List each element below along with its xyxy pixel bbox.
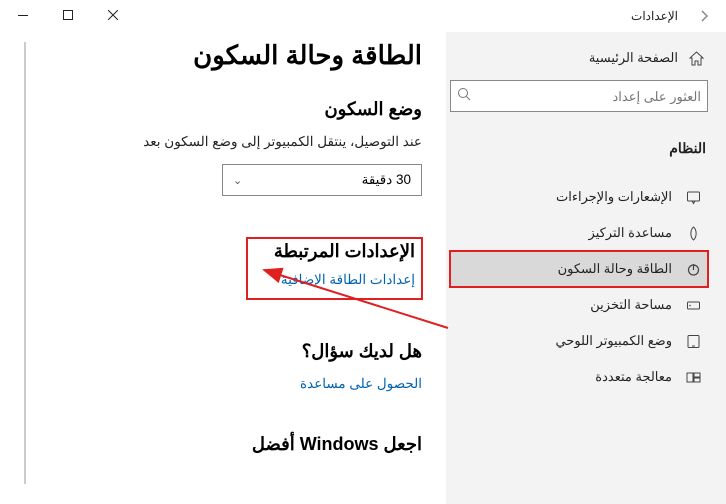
sidebar-item-label: مساحة التخزين bbox=[590, 297, 672, 313]
multitask-icon bbox=[684, 370, 702, 385]
search-box[interactable] bbox=[450, 80, 708, 112]
tablet-icon bbox=[684, 334, 702, 349]
footer-title: اجعل Windows أفضل bbox=[42, 434, 422, 455]
window-title: الإعدادات bbox=[631, 9, 678, 23]
titlebar: الإعدادات bbox=[0, 0, 726, 32]
home-icon bbox=[688, 51, 704, 66]
home-link[interactable]: الصفحة الرئيسية bbox=[450, 42, 708, 80]
chevron-down-icon: ⌄ bbox=[233, 174, 242, 187]
related-settings-box: الإعدادات المرتبطة إعدادات الطاقة الإضاف… bbox=[247, 238, 422, 299]
sidebar-item-focus[interactable]: مساعدة التركيز bbox=[450, 215, 708, 251]
home-label: الصفحة الرئيسية bbox=[589, 50, 678, 66]
sidebar-item-notifications[interactable]: الإشعارات والإجراءات bbox=[450, 179, 708, 215]
question-title: هل لديك سؤال؟ bbox=[42, 341, 422, 362]
sidebar-item-label: وضع الكمبيوتر اللوحي bbox=[555, 333, 672, 349]
minimize-button[interactable] bbox=[0, 0, 45, 30]
sleep-section-title: وضع السكون bbox=[42, 99, 422, 120]
content-pane: الطاقة وحالة السكون وضع السكون عند التوص… bbox=[0, 32, 446, 504]
close-button[interactable] bbox=[90, 0, 135, 30]
power-icon bbox=[684, 262, 702, 277]
sleep-timeout-dropdown[interactable]: 30 دقيقة ⌄ bbox=[222, 164, 422, 196]
notifications-icon bbox=[684, 190, 702, 205]
search-icon bbox=[457, 87, 471, 106]
related-title: الإعدادات المرتبطة bbox=[248, 241, 415, 262]
sidebar-item-multitask[interactable]: معالجة متعددة bbox=[450, 359, 708, 395]
sidebar-item-storage[interactable]: مساحة التخزين bbox=[450, 287, 708, 323]
sidebar-item-label: مساعدة التركيز bbox=[589, 225, 672, 241]
sleep-caption: عند التوصيل، ينتقل الكمبيوتر إلى وضع الس… bbox=[42, 134, 422, 150]
storage-icon bbox=[684, 298, 702, 313]
sidebar-item-label: الطاقة وحالة السكون bbox=[558, 261, 672, 277]
sleep-timeout-value: 30 دقيقة bbox=[362, 172, 411, 188]
focus-icon bbox=[684, 226, 702, 241]
sidebar: الصفحة الرئيسية النظام الإشعارات والإجرا… bbox=[446, 32, 726, 504]
page-title: الطاقة وحالة السكون bbox=[42, 40, 422, 71]
search-input[interactable] bbox=[471, 89, 701, 104]
sidebar-item-power[interactable]: الطاقة وحالة السكون bbox=[450, 251, 708, 287]
section-title: النظام bbox=[450, 134, 708, 179]
get-help-link[interactable]: الحصول على مساعدة bbox=[42, 376, 422, 392]
back-button[interactable] bbox=[694, 6, 714, 26]
sidebar-item-label: الإشعارات والإجراءات bbox=[556, 189, 672, 205]
additional-power-settings-link[interactable]: إعدادات الطاقة الإضافية bbox=[248, 272, 415, 288]
sidebar-item-tablet[interactable]: وضع الكمبيوتر اللوحي bbox=[450, 323, 708, 359]
sidebar-item-label: معالجة متعددة bbox=[595, 369, 672, 385]
maximize-button[interactable] bbox=[45, 0, 90, 30]
